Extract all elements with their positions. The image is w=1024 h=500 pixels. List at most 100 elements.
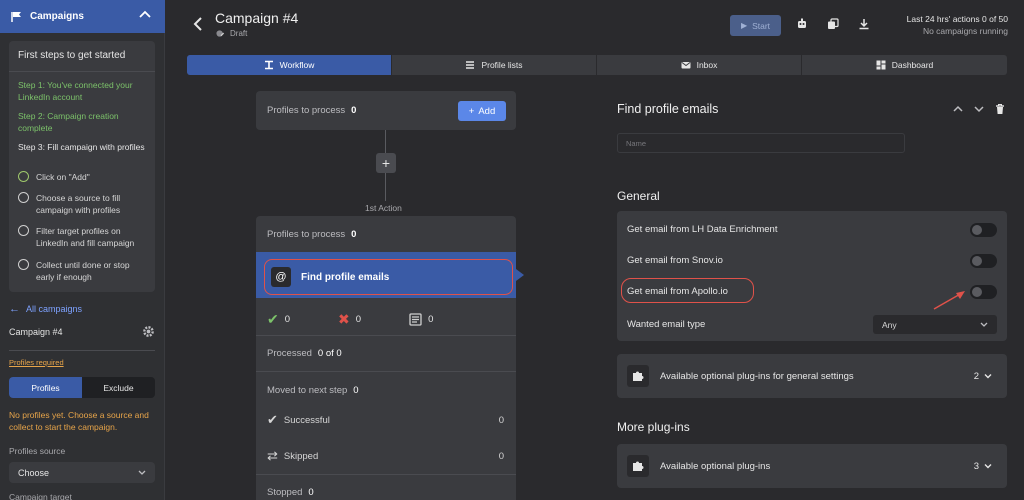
connector-line (385, 173, 386, 201)
puzzle-icon (627, 365, 649, 387)
no-profiles-warning: No profiles yet. Choose a source and col… (9, 410, 149, 432)
step-name-input[interactable] (617, 133, 905, 153)
plugins-count: 2 (974, 371, 993, 382)
fail-stat: ✖ 0 (338, 311, 361, 328)
check-icon: ✔ (267, 311, 279, 327)
checklist-item-choose-source[interactable]: Choose a source to fill campaign with pr… (18, 192, 150, 216)
checklist-item-label: Filter target profiles on LinkedIn and f… (36, 226, 135, 248)
divider (9, 350, 155, 351)
status-badge: Draft (216, 29, 247, 38)
start-button[interactable]: ▶ Start (730, 15, 781, 36)
chevron-up-icon[interactable] (952, 103, 964, 115)
tab-profile-lists[interactable]: Profile lists (392, 55, 597, 75)
tab-exclude[interactable]: Exclude (82, 377, 155, 398)
other-stat: 0 (409, 311, 433, 328)
option-lh-data-enrichment: Get email from LH Data Enrichment (627, 224, 778, 235)
puzzle-icon (627, 455, 649, 477)
divider (256, 335, 516, 336)
general-plugins-card[interactable]: Available optional plug-ins for general … (617, 354, 1007, 398)
success-stat: ✔ 0 (267, 311, 290, 328)
general-heading: General (617, 189, 660, 203)
option-snov-io: Get email from Snov.io (627, 255, 723, 266)
circle-icon (18, 192, 29, 203)
count-value: 3 (973, 460, 979, 472)
highlight-box (621, 278, 754, 303)
successful-label: Successful (283, 414, 330, 426)
checklist-item-filter[interactable]: Filter target profiles on LinkedIn and f… (18, 225, 150, 249)
panel-title: Find profile emails (617, 102, 719, 116)
sidebar-header-label: Campaigns (30, 11, 84, 22)
checklist-item-label: Click on "Add" (36, 172, 90, 182)
gear-icon[interactable] (142, 325, 155, 338)
tab-profiles[interactable]: Profiles (9, 377, 82, 398)
ptp-count: 0 (351, 229, 357, 240)
checklist-item-click-add[interactable]: Click on "Add" (18, 171, 150, 183)
download-icon[interactable] (858, 18, 870, 30)
wanted-email-type-label: Wanted email type (627, 319, 706, 330)
checklist-item-collect[interactable]: Collect until done or stop early if enou… (18, 259, 150, 283)
divider (256, 371, 516, 372)
snov-io-toggle[interactable] (970, 254, 997, 268)
action-index-label: 1st Action (365, 203, 402, 213)
apollo-io-toggle[interactable] (970, 285, 997, 299)
page-title: Campaign #4 (215, 10, 299, 26)
dashboard-icon (876, 60, 886, 70)
action-label: Find profile emails (301, 271, 390, 283)
tab-inbox[interactable]: Inbox (597, 55, 802, 75)
insert-step-button[interactable]: + (376, 153, 396, 173)
skipped-row: ⇄ Skipped 0 (267, 448, 504, 464)
all-campaigns-link[interactable]: ← All campaigns (9, 303, 82, 315)
successful-value: 0 (498, 414, 504, 426)
more-plugins-heading: More plug-ins (617, 420, 690, 434)
campaign-target-label: Campaign target (9, 492, 72, 500)
connector-line (385, 130, 386, 153)
step-3: Step 3: Fill campaign with profiles (18, 142, 145, 152)
toggle-knob (972, 287, 982, 297)
stopped-label: Stopped (267, 487, 303, 498)
flag-icon (10, 11, 22, 23)
getting-started-box: First steps to get started Step 1: You'v… (9, 41, 155, 292)
check-icon: ✔ (267, 412, 278, 427)
annotation-arrow-icon (933, 291, 965, 310)
at-sign-icon: @ (271, 267, 291, 287)
moved-row: Moved to next step 0 (267, 385, 359, 396)
copy-icon[interactable] (827, 18, 839, 30)
more-plugins-card[interactable]: Available optional plug-ins 3 (617, 444, 1007, 488)
chevron-down-icon (980, 322, 988, 327)
skipped-label: Skipped (283, 450, 319, 462)
toggle-knob (972, 225, 982, 235)
sidebar: Campaigns First steps to get started Ste… (0, 0, 165, 500)
skipped-value: 0 (498, 450, 504, 462)
add-button[interactable]: + Add (458, 101, 506, 121)
plus-icon: + (468, 105, 475, 117)
find-profile-emails-action[interactable]: @ Find profile emails (264, 259, 513, 295)
chevron-up-icon[interactable] (139, 10, 151, 21)
daily-actions: Last 24 hrs' actions 0 of 50 No campaign… (907, 14, 1008, 36)
running-campaigns: No campaigns running (922, 26, 1008, 36)
profiles-required-link[interactable]: Profiles required (9, 358, 64, 367)
select-value: Choose (18, 467, 50, 478)
processed-value: 0 of 0 (317, 348, 342, 359)
circle-icon (18, 225, 29, 236)
tabs: Workflow Profile lists Inbox Dashboard (187, 55, 1007, 75)
email-type-select[interactable]: Any (873, 315, 997, 334)
processed-label: Processed (267, 348, 312, 359)
back-icon[interactable] (191, 15, 205, 33)
tab-workflow[interactable]: Workflow (187, 55, 392, 75)
list-icon (466, 61, 475, 69)
profiles-source-select[interactable]: Choose (9, 462, 155, 483)
select-value: Any (882, 319, 897, 330)
step-1: Step 1: You've connected your LinkedIn a… (18, 80, 133, 102)
plus-icon: + (381, 155, 391, 171)
plugins-label: Available optional plug-ins (660, 460, 771, 472)
chevron-down-icon[interactable] (973, 103, 985, 115)
count-value: 2 (973, 370, 979, 382)
trash-icon[interactable] (994, 103, 1006, 115)
sidebar-header[interactable]: Campaigns (0, 0, 165, 33)
tab-dashboard[interactable]: Dashboard (802, 55, 1007, 75)
start-label: Start (752, 20, 771, 31)
robot-icon[interactable] (796, 18, 808, 30)
profiles-exclude-toggle: Profiles Exclude (9, 377, 155, 398)
lh-data-enrichment-toggle[interactable] (970, 223, 997, 237)
step-2: Step 2: Campaign creation complete (18, 111, 119, 133)
